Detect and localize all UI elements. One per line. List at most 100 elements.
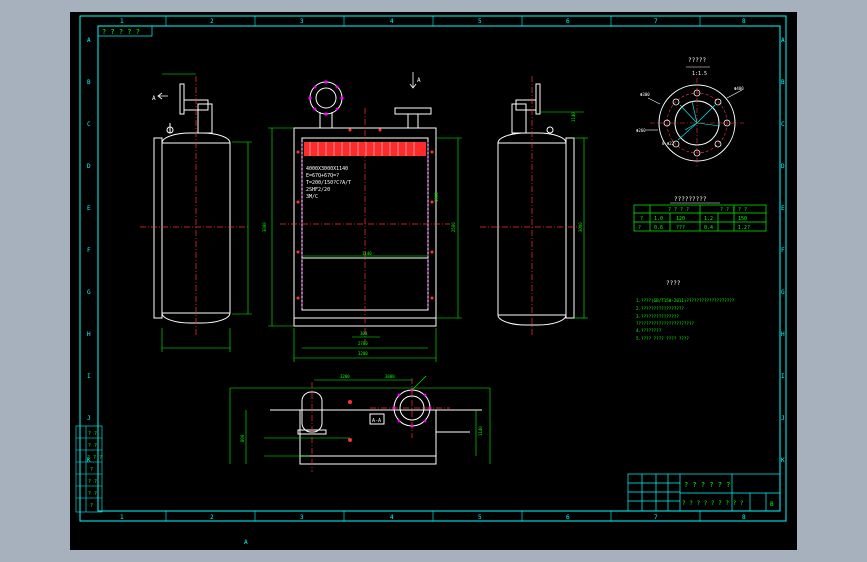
col-label: 8 — [742, 514, 746, 521]
col-label: 6 — [566, 18, 570, 25]
border-frame — [79, 15, 787, 522]
row-label: D — [87, 163, 91, 170]
tech-note-line: ??????????????????????? — [636, 321, 694, 326]
row-label: J — [781, 415, 785, 422]
param-cell: 1.2 — [704, 216, 713, 222]
row-label: J — [87, 415, 91, 422]
col-label: 7 — [654, 514, 658, 521]
side-view-left: A — [140, 73, 252, 352]
row-label: B — [781, 79, 785, 86]
col-label: 6 — [566, 514, 570, 521]
dim-label: 1500 — [434, 192, 439, 202]
col-label: 2 — [210, 18, 214, 25]
title-block-project: ? ? ? ? ? ? — [684, 481, 730, 489]
flange-dim: Φ300 — [640, 92, 650, 97]
cad-drawing-canvas: 1 2 3 4 5 6 7 8 1 2 3 4 5 6 7 8 A B C D … — [75, 15, 787, 546]
note-line: 4000X3000X1140 — [306, 166, 348, 172]
dim-label: 3200 — [358, 351, 368, 356]
footer-mark: A — [244, 539, 248, 546]
dim-label: 2500 — [451, 222, 456, 232]
param-header: ? ? ? ? ? — [720, 207, 747, 213]
drawing-sheet: 1 2 3 4 5 6 7 8 1 2 3 4 5 6 7 8 A B C D … — [70, 12, 797, 550]
row-label: D — [781, 163, 785, 170]
param-cell: 150 — [738, 216, 747, 222]
row-label: A — [87, 37, 91, 44]
front-view: 4000X3000X1140 E=67Q+67Q=? T=200/150?C?A… — [262, 72, 462, 362]
view-arrow-icon — [409, 72, 417, 89]
title-block: ? ? ? ? ? ? ? ? ? ? ? ? ? ? ? B — [627, 473, 781, 512]
note-line: T=200/150?C?A/T — [306, 180, 351, 186]
param-cell: ? — [638, 225, 641, 231]
tech-notes-title: ???? — [666, 280, 681, 287]
dim-label: 3000 — [262, 222, 267, 232]
row-label: C — [781, 121, 785, 128]
param-header: ? ? ? ? — [668, 207, 689, 213]
dim-label: 3000 — [578, 222, 583, 232]
col-label: 5 — [478, 18, 482, 25]
revision-cell: ? ? — [88, 491, 97, 497]
col-label: 3 — [300, 514, 304, 521]
flange-dim: Φ260 — [636, 128, 646, 133]
parameter-table: ????????? ? ? ? ? ? ? ? ? ? ? ? 1.0 120 … — [633, 196, 767, 232]
flange-subtitle: 1:1.5 — [692, 71, 707, 77]
title-block-drawing: ? ? ? ? ? ? ? ? ? — [682, 500, 744, 507]
col-label: 5 — [478, 514, 482, 521]
revision-cell: ? ? — [88, 443, 97, 449]
param-header: ? — [640, 216, 643, 222]
col-label: 7 — [654, 18, 658, 25]
dim-label: 1140 — [478, 426, 483, 436]
revision-cell: ? ? — [88, 479, 97, 485]
row-label: F — [87, 247, 91, 254]
revision-cell: ? ? — [88, 431, 97, 437]
row-label: E — [87, 205, 91, 212]
row-label: E — [781, 205, 785, 212]
note-line: 2SHF2/20 — [306, 187, 330, 193]
tech-note-line: 2.????????????????? — [636, 306, 684, 311]
plan-tag: A-A — [372, 418, 381, 424]
top-left-stamp: ? ? ? ? ? — [97, 25, 153, 37]
row-label: F — [781, 247, 785, 254]
col-label: 8 — [742, 18, 746, 25]
stamp-text: ? ? ? ? ? — [102, 28, 140, 36]
flange-dim: Φ400 — [734, 86, 744, 91]
technical-notes: ???? 1.????(GB/T150-2011)???????????????… — [636, 280, 735, 341]
col-label: 1 — [120, 514, 124, 521]
front-view-dims: 1140 3000 2500 2700 300 3200 1500 — [262, 192, 456, 356]
title-block-code: B — [770, 501, 774, 508]
col-label: 4 — [390, 18, 394, 25]
dim-label: 1140 — [362, 251, 372, 256]
flange-detail: ????? 1:1.5 Φ400 Φ300 Φ260 8-Φ22 — [636, 57, 744, 168]
dim-label: 2700 — [358, 341, 368, 346]
row-label: A — [781, 37, 785, 44]
row-label: H — [87, 331, 91, 338]
param-cell: 120 — [676, 216, 685, 222]
note-line: 3M/C — [306, 194, 318, 200]
col-label: 2 — [210, 514, 214, 521]
param-table-title: ????????? — [674, 196, 707, 203]
border-column-labels: 1 2 3 4 5 6 7 8 1 2 3 4 5 6 7 8 — [120, 18, 746, 521]
col-label: 4 — [390, 514, 394, 521]
tech-note-line: 1.????(GB/T150-2011)??????????????????? — [636, 298, 735, 303]
revision-cell: ? — [90, 467, 93, 473]
tech-note-line: 5.???? ???? ???? ???? — [636, 336, 689, 341]
col-label: 3 — [300, 18, 304, 25]
view-arrow-label: A — [417, 77, 421, 84]
view-arrow-label: A — [152, 95, 156, 102]
col-label: 1 — [120, 18, 124, 25]
revision-cell: ? ? ? — [87, 455, 102, 461]
side-view-right: 3000 1140 — [480, 76, 588, 337]
dim-label: 800 — [240, 434, 245, 442]
row-label: H — [781, 331, 785, 338]
tech-note-line: 3.??????????????? — [636, 314, 679, 319]
dim-label: 3000 — [385, 374, 395, 379]
param-cell: 0.6 — [654, 225, 663, 231]
view-arrow-icon — [157, 92, 168, 100]
row-label: C — [87, 121, 91, 128]
tech-note-line: 4.???????? — [636, 328, 662, 333]
dim-label: 300 — [360, 331, 368, 336]
row-label: K — [781, 457, 785, 464]
note-line: E=67Q+67Q=? — [306, 173, 339, 179]
row-label: G — [781, 289, 785, 296]
plan-view: 3200 3000 800 1140 A-A — [229, 374, 491, 472]
param-cell: 1.2? — [738, 225, 750, 231]
